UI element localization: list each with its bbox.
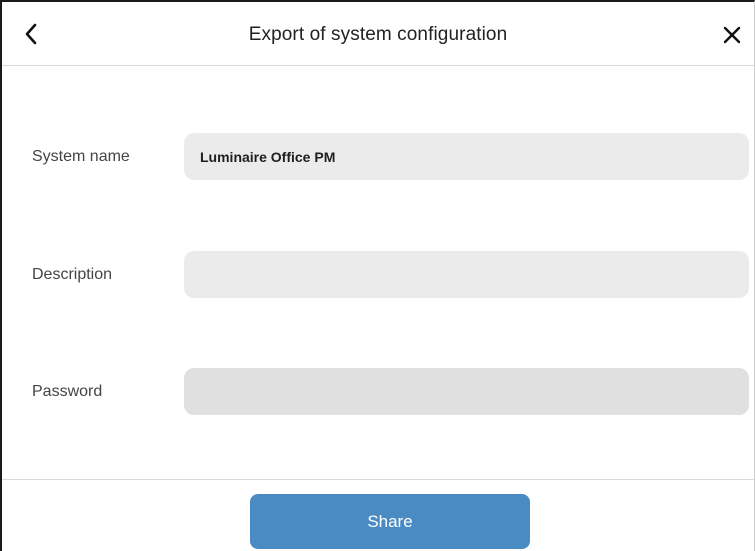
export-dialog: Export of system configuration System na… (0, 0, 755, 551)
description-input[interactable] (184, 251, 749, 298)
password-input[interactable] (184, 368, 749, 415)
description-row: Description (2, 251, 754, 299)
share-button[interactable]: Share (250, 494, 530, 549)
dialog-footer: Share (2, 479, 754, 551)
system-name-input[interactable]: Luminaire Office PM (184, 133, 749, 180)
password-row: Password (2, 368, 754, 416)
close-icon (723, 26, 741, 44)
description-label: Description (32, 266, 113, 283)
close-button[interactable] (716, 19, 748, 51)
system-name-row: System name Luminaire Office PM (2, 133, 754, 181)
system-name-label: System name (32, 148, 130, 165)
dialog-header: Export of system configuration (2, 2, 754, 66)
page-title: Export of system configuration (248, 24, 508, 45)
password-label: Password (32, 383, 103, 400)
